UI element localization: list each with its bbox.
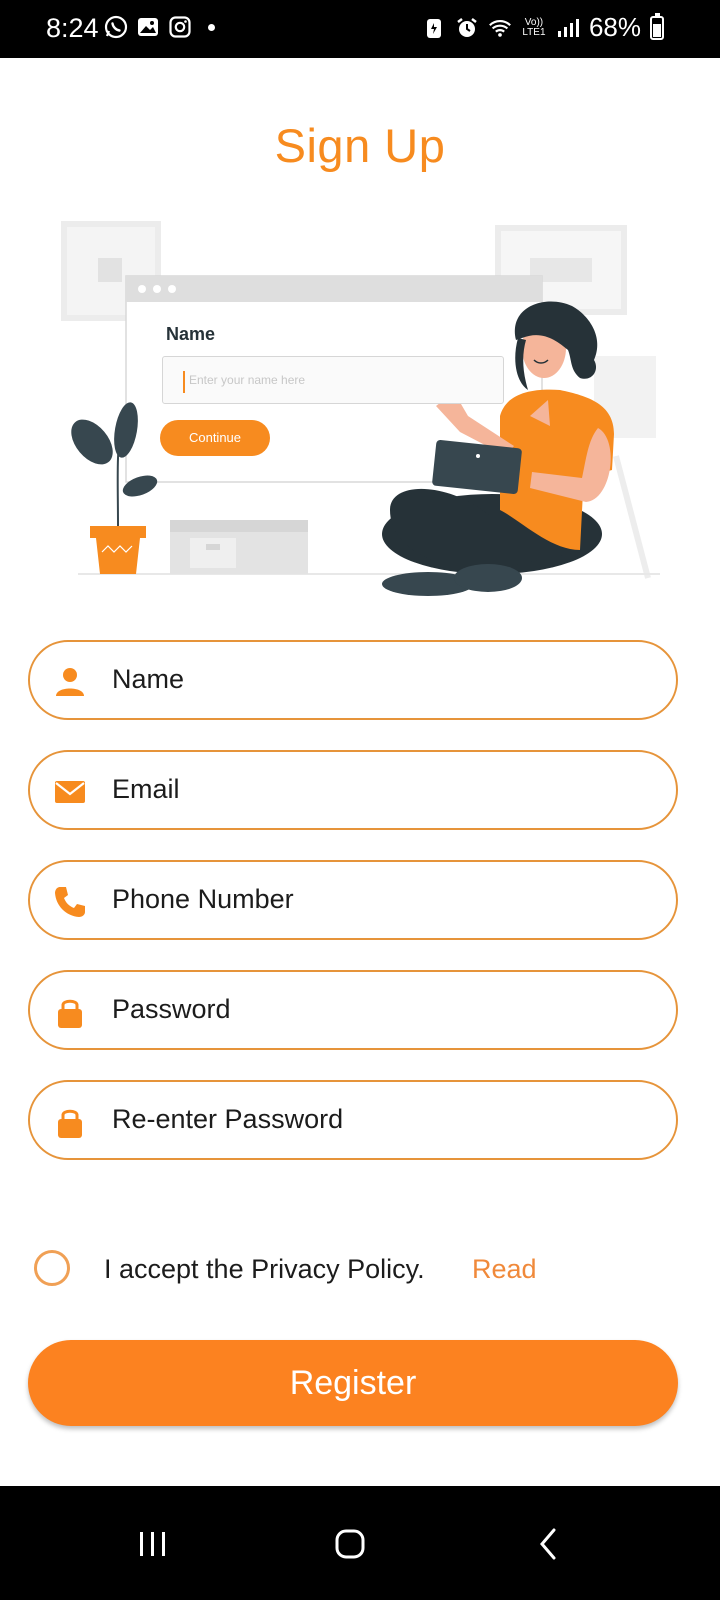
volte-icon: Vo)) LTE1 xyxy=(522,16,546,38)
wifi-icon xyxy=(489,19,511,37)
battery-saver-icon xyxy=(426,18,441,38)
illustration-graphic xyxy=(61,221,660,596)
notification-icons xyxy=(104,15,215,39)
navigation-bar xyxy=(0,1486,720,1600)
name-field-label: Name xyxy=(112,664,185,694)
email-icon xyxy=(55,781,85,803)
privacy-policy-checkbox[interactable] xyxy=(34,1250,70,1286)
person-icon xyxy=(56,668,84,696)
home-icon[interactable] xyxy=(320,1514,380,1574)
status-bar: 8:24 Vo)) LTE1 68% xyxy=(0,0,720,58)
illustration-continue-button: Continue xyxy=(160,420,270,456)
system-icons: Vo)) LTE1 68% xyxy=(422,12,664,43)
page-title: Sign Up xyxy=(274,119,446,172)
privacy-policy-text: I accept the Privacy Policy. xyxy=(104,1254,425,1284)
password-field[interactable]: Password xyxy=(28,970,678,1050)
phone-number-field-label: Phone Number xyxy=(112,884,294,914)
illustration-name-label: Name xyxy=(166,324,216,344)
alarm-icon xyxy=(457,17,477,37)
recents-icon[interactable] xyxy=(122,1514,182,1574)
signal-icon xyxy=(557,18,579,37)
whatsapp-icon xyxy=(104,15,128,39)
status-time: 8:24 xyxy=(46,13,99,43)
gallery-icon xyxy=(138,18,158,36)
register-button[interactable]: Register xyxy=(28,1340,678,1426)
lock-icon xyxy=(58,1109,82,1138)
name-field[interactable]: Name xyxy=(28,640,678,720)
back-icon[interactable] xyxy=(518,1514,578,1574)
signup-illustration: Name Enter your name here Continue xyxy=(60,220,680,610)
instagram-icon xyxy=(169,16,191,38)
battery-percent: 68% xyxy=(588,12,641,42)
privacy-policy-read-link[interactable]: Read xyxy=(472,1254,537,1285)
email-field-label: Email xyxy=(112,774,180,804)
reenter-password-field-label: Re-enter Password xyxy=(112,1104,344,1134)
more-notifications-dot xyxy=(208,23,215,31)
password-field-label: Password xyxy=(112,994,231,1024)
battery-icon xyxy=(650,12,664,40)
illustration-name-input: Enter your name here xyxy=(162,356,504,404)
phone-icon xyxy=(55,887,85,917)
email-field[interactable]: Email xyxy=(28,750,678,830)
text-caret xyxy=(183,371,185,393)
illustration-input-placeholder: Enter your name here xyxy=(189,373,306,387)
phone-number-field[interactable]: Phone Number xyxy=(28,860,678,940)
lock-icon xyxy=(58,999,82,1028)
reenter-password-field[interactable]: Re-enter Password xyxy=(28,1080,678,1160)
